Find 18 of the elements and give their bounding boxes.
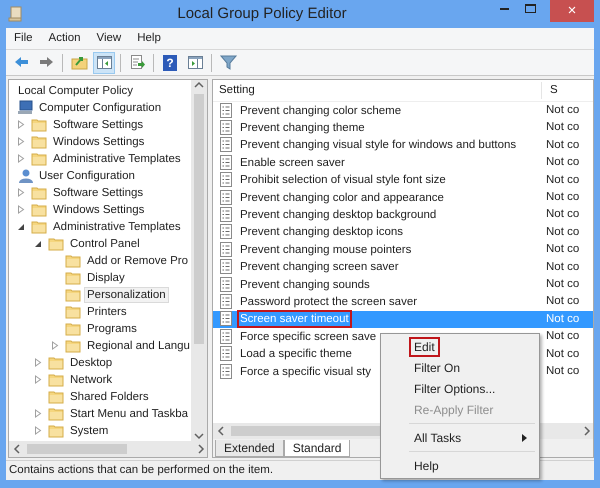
setting-state: Not co [545,190,580,206]
status-text: Contains actions that can be performed on the item. [9,462,274,478]
setting-state: Not co [545,346,580,362]
setting-state: Not co [545,155,580,170]
setting-state: Not co [545,260,580,275]
setting-state: Not co [545,312,580,327]
setting-state: Not co [545,120,580,136]
setting-state: Not co [545,276,580,292]
window-title: Local Group Policy Editor [176,4,348,24]
setting-state: Not co [545,138,580,153]
setting-state: Not co [545,172,580,188]
setting-state: Not co [545,364,580,379]
setting-state: Not co [545,103,580,118]
setting-state: Not co [545,329,580,344]
setting-state: Not co [545,207,580,222]
setting-state: Not co [545,224,580,240]
setting-state: Not co [545,242,580,258]
setting-state: Not co [545,294,580,310]
